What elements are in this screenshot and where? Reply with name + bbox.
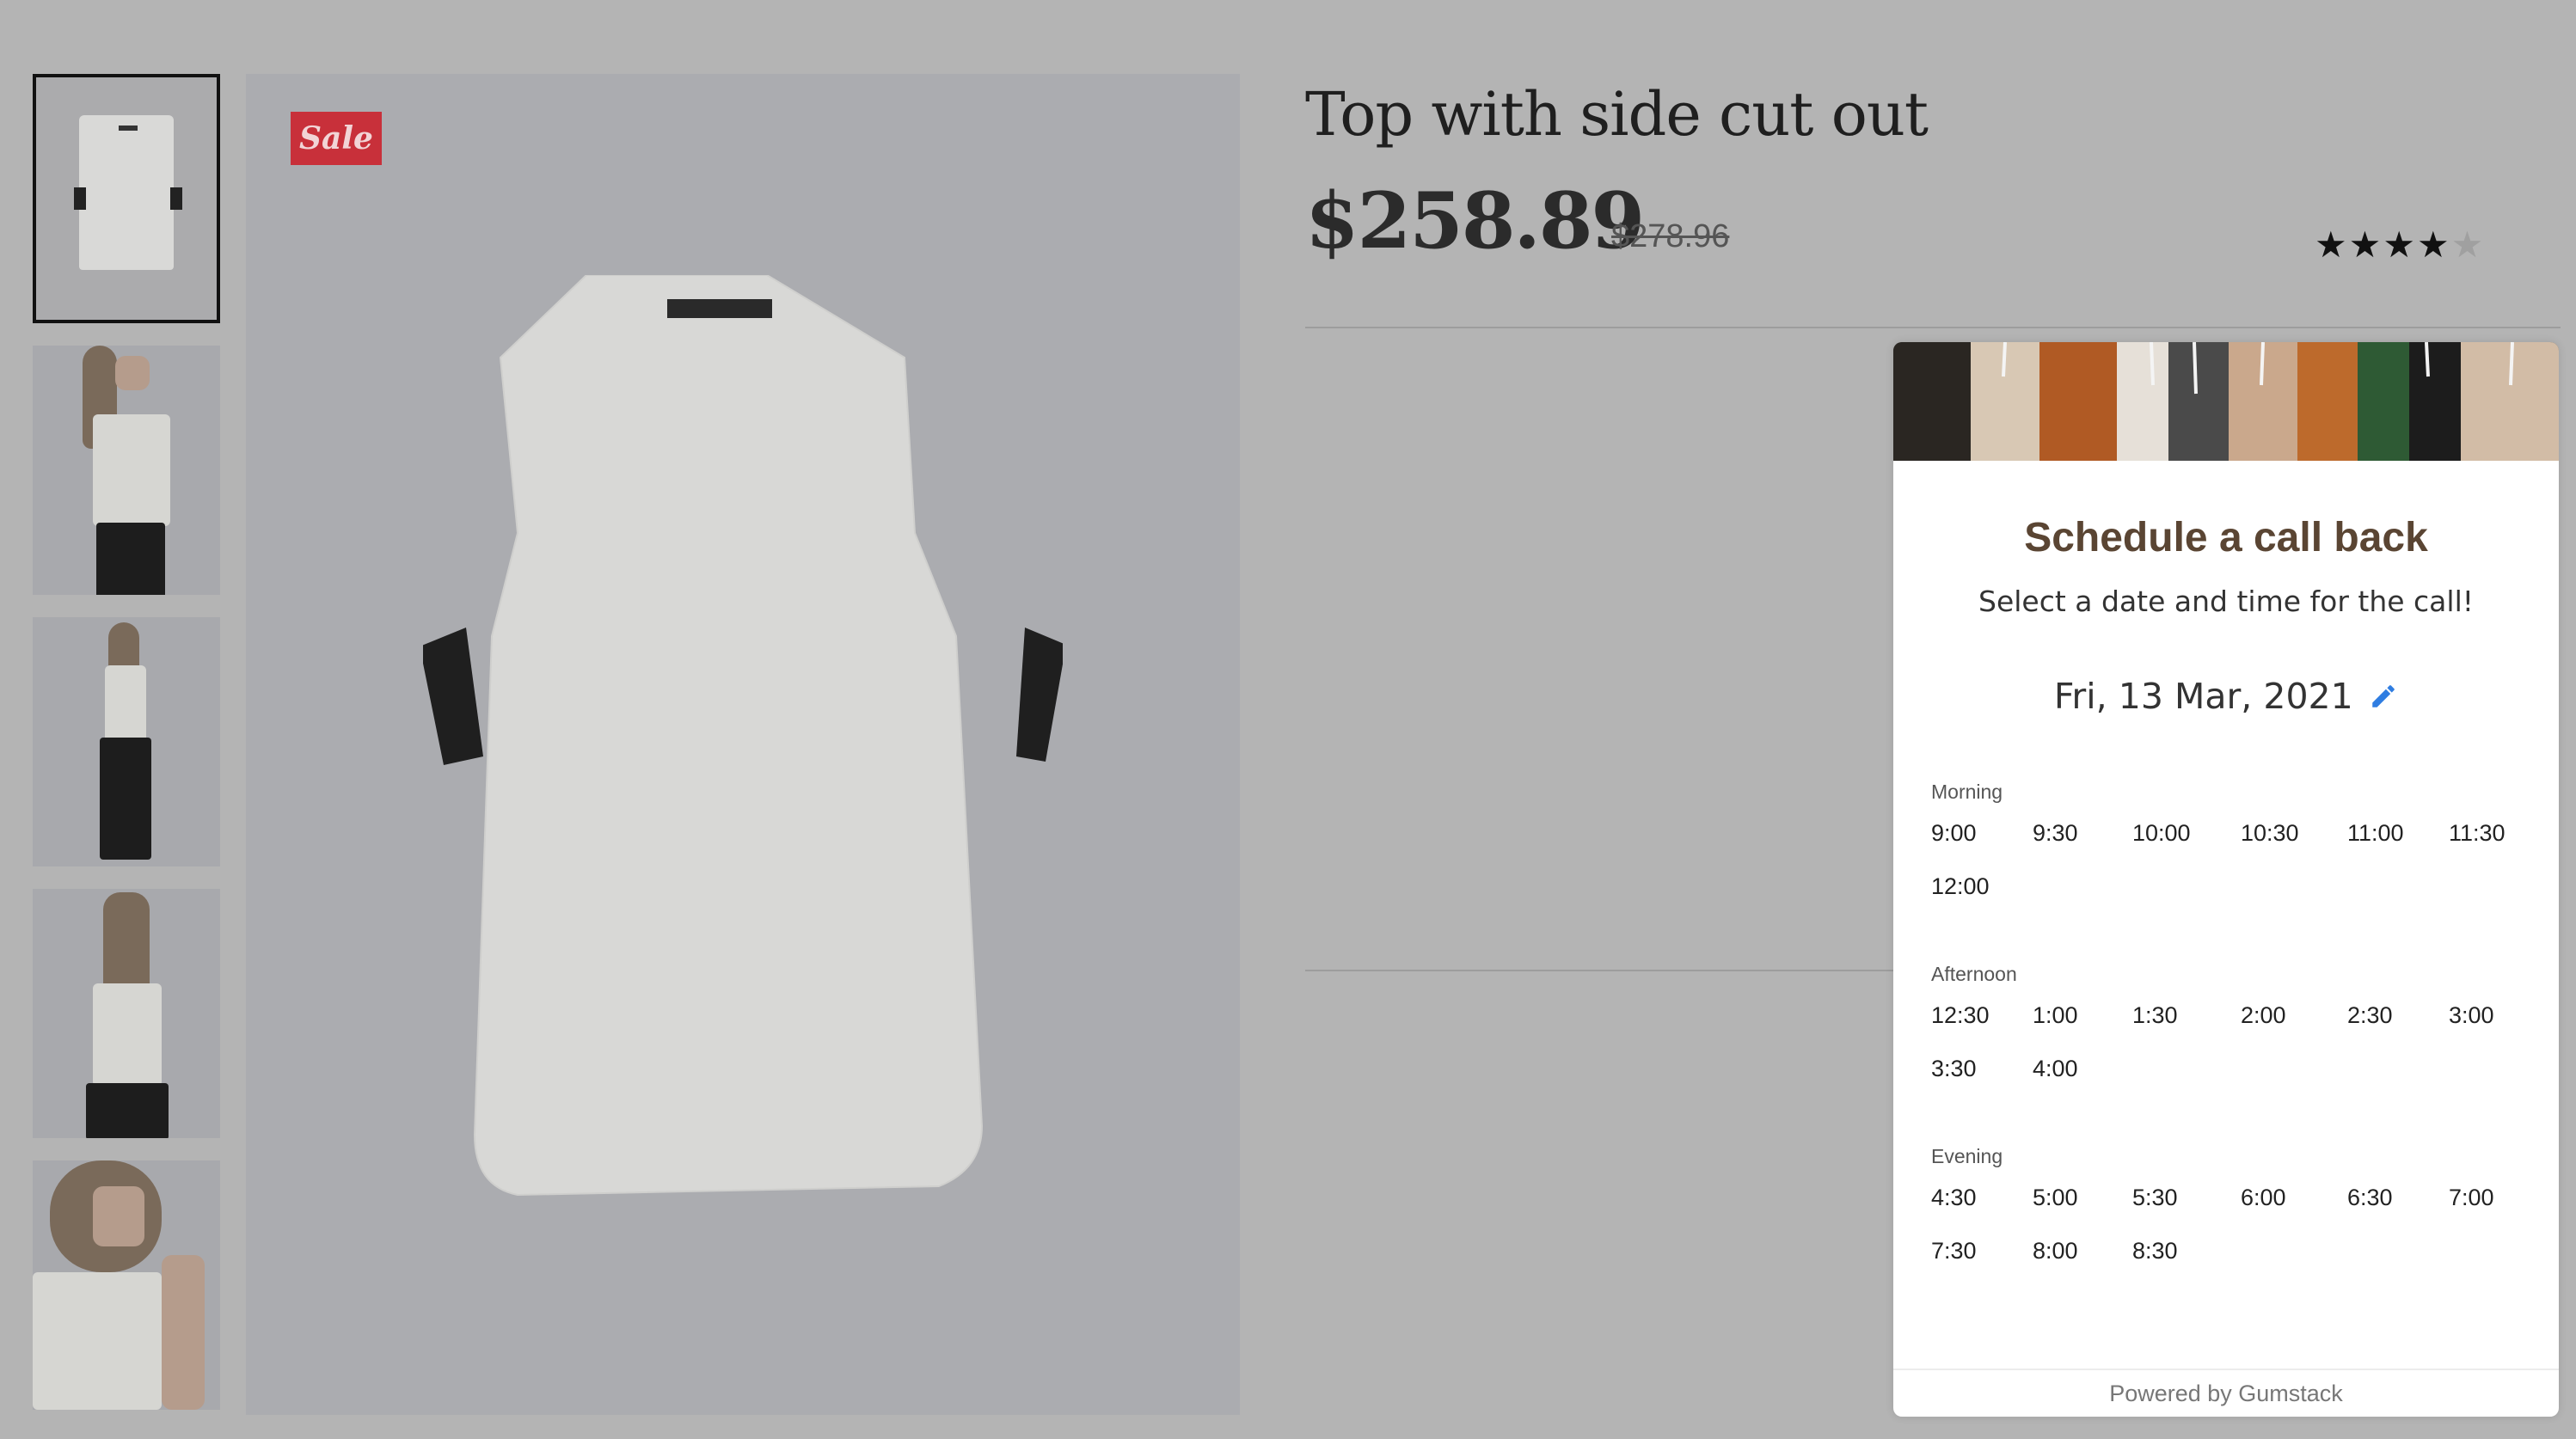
time-slot-button[interactable]: 5:30 bbox=[2127, 1181, 2183, 1215]
date-selector: Fri, 13 Mar, 2021 bbox=[1893, 676, 2559, 717]
product-page: Sale Top with side cut out $258.89 $278.… bbox=[0, 0, 2576, 1439]
time-slot-button[interactable]: 7:30 bbox=[1926, 1234, 1982, 1268]
divider bbox=[1305, 327, 2561, 328]
cuff-right bbox=[170, 187, 182, 210]
product-price: $258.89 bbox=[1305, 175, 1645, 266]
shirt-thumbnail-image bbox=[79, 115, 174, 270]
powered-by: Powered by Gumstack bbox=[2109, 1381, 2343, 1406]
time-slot-button[interactable]: 3:00 bbox=[2444, 999, 2499, 1032]
time-slot-button[interactable]: 9:30 bbox=[2027, 817, 2083, 850]
model-pants bbox=[86, 1083, 169, 1138]
pencil-icon[interactable] bbox=[2369, 682, 2398, 711]
section-label-afternoon: Afternoon bbox=[1931, 963, 2017, 985]
time-slot-button[interactable]: 6:30 bbox=[2342, 1181, 2398, 1215]
model-arm bbox=[162, 1255, 205, 1410]
product-title: Top with side cut out bbox=[1305, 79, 1929, 150]
star-icon: ★ bbox=[2348, 224, 2383, 265]
time-slot-button[interactable]: 9:00 bbox=[1926, 817, 1982, 850]
time-slot-button[interactable]: 10:30 bbox=[2236, 817, 2304, 850]
model-top bbox=[33, 1272, 162, 1410]
shirt-image bbox=[423, 275, 1063, 1197]
sale-badge: Sale bbox=[291, 112, 382, 165]
thumbnail-model-side[interactable] bbox=[33, 346, 220, 595]
schedule-callback-widget: Schedule a call back Select a date and t… bbox=[1893, 342, 2559, 1417]
cuff-left bbox=[74, 187, 86, 210]
thumbnail-front[interactable] bbox=[33, 74, 220, 323]
section-label-evening: Evening bbox=[1931, 1145, 2003, 1167]
model-top bbox=[93, 983, 162, 1087]
label-tag bbox=[119, 126, 138, 131]
time-slot-button[interactable]: 8:30 bbox=[2127, 1234, 2183, 1268]
star-icon: ★ bbox=[2416, 224, 2451, 265]
thumbnail-model-full[interactable] bbox=[33, 617, 220, 866]
thumbnail-model-back[interactable] bbox=[33, 889, 220, 1138]
model-top bbox=[105, 665, 146, 743]
time-slot-button[interactable]: 4:30 bbox=[1926, 1181, 1982, 1215]
time-slot-button[interactable]: 6:00 bbox=[2236, 1181, 2291, 1215]
widget-subtitle: Select a date and time for the call! bbox=[1978, 585, 2474, 618]
time-slot-button[interactable]: 11:30 bbox=[2444, 817, 2511, 850]
model-face bbox=[93, 1186, 144, 1246]
time-slot-button[interactable]: 8:00 bbox=[2027, 1234, 2083, 1268]
time-slot-button[interactable]: 3:30 bbox=[1926, 1052, 1982, 1086]
star-icon: ★ bbox=[2315, 224, 2349, 265]
model-face bbox=[115, 356, 150, 390]
divider bbox=[1305, 970, 1893, 971]
original-price: $278.96 bbox=[1611, 218, 1730, 254]
time-slot-button[interactable]: 1:30 bbox=[2127, 999, 2183, 1032]
time-slot-button[interactable]: 10:00 bbox=[2127, 817, 2196, 850]
thumbnail-model-closeup[interactable] bbox=[33, 1160, 220, 1410]
time-slot-button[interactable]: 2:00 bbox=[2236, 999, 2291, 1032]
star-icon: ★ bbox=[2450, 224, 2486, 265]
time-slot-button[interactable]: 7:00 bbox=[2444, 1181, 2499, 1215]
time-slot-button[interactable]: 1:00 bbox=[2027, 999, 2083, 1032]
time-slot-button[interactable]: 11:00 bbox=[2342, 817, 2409, 850]
model-pants bbox=[100, 738, 151, 860]
time-slot-button[interactable]: 12:30 bbox=[1926, 999, 1995, 1032]
model-pants bbox=[96, 523, 165, 595]
widget-title: Schedule a call back bbox=[2024, 515, 2428, 560]
model-top bbox=[93, 414, 170, 526]
selected-date[interactable]: Fri, 13 Mar, 2021 bbox=[2054, 676, 2353, 717]
time-slot-button[interactable]: 4:00 bbox=[2027, 1052, 2083, 1086]
clothing-rack-banner bbox=[1893, 342, 2559, 461]
star-icon: ★ bbox=[2383, 224, 2417, 265]
star-rating: ★★★★★ bbox=[2315, 224, 2485, 266]
main-product-image: Sale bbox=[246, 74, 1240, 1415]
time-slot-button[interactable]: 2:30 bbox=[2342, 999, 2398, 1032]
section-label-morning: Morning bbox=[1931, 781, 2003, 803]
time-slot-button[interactable]: 12:00 bbox=[1926, 870, 1995, 903]
time-slot-button[interactable]: 5:00 bbox=[2027, 1181, 2083, 1215]
footer-divider bbox=[1893, 1369, 2559, 1370]
